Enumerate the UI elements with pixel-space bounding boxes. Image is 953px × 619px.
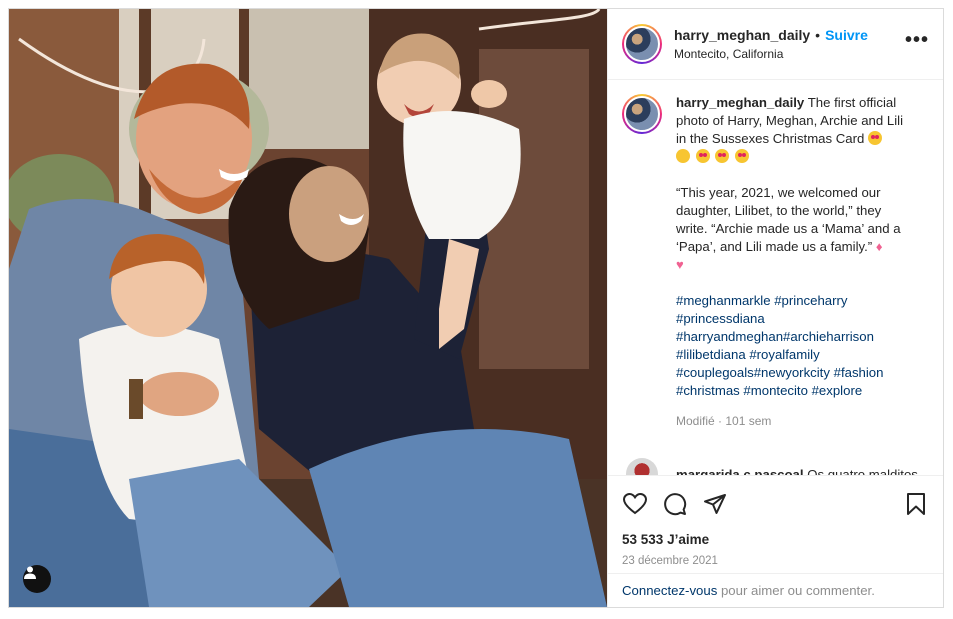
- commenter-avatar[interactable]: [626, 458, 658, 475]
- bookmark-icon[interactable]: [903, 491, 929, 517]
- sparkling-heart-emoji-icon: ♥: [676, 257, 684, 272]
- instagram-post: harry_meghan_daily • Suivre Montecito, C…: [8, 8, 944, 608]
- comment-icon[interactable]: [662, 491, 688, 517]
- login-prompt: Connectez-vous pour aimer ou commenter.: [608, 573, 943, 607]
- more-options-icon[interactable]: •••: [905, 29, 929, 52]
- laughing-emoji-icon: [676, 149, 690, 163]
- caption-quote: “This year, 2021, we welcomed our daught…: [676, 185, 901, 254]
- user-tag-icon[interactable]: [23, 565, 51, 593]
- comment-item: margarida.c.pascoal Os quatro malditos.: [622, 458, 927, 475]
- share-icon[interactable]: [702, 491, 728, 517]
- post-header: harry_meghan_daily • Suivre Montecito, C…: [608, 9, 943, 80]
- post-photo[interactable]: [9, 9, 607, 607]
- caption-meta: Modifié · 101 sem: [676, 414, 772, 428]
- heart-eyes-emoji-icon: [715, 149, 730, 163]
- separator-dot: •: [815, 27, 821, 43]
- caption-hashtags[interactable]: #meghanmarkle #princeharry #princessdian…: [676, 292, 916, 400]
- commenter-username[interactable]: margarida.c.pascoal: [676, 467, 804, 476]
- caption: harry_meghan_daily The first official ph…: [622, 94, 927, 430]
- comment-text: Os quatro malditos.: [807, 466, 922, 476]
- login-prompt-text: pour aimer ou commenter.: [717, 583, 875, 598]
- heart-eyes-emoji-icon: [695, 149, 710, 163]
- author-avatar[interactable]: [622, 24, 662, 64]
- family-photo-illustration: [9, 9, 607, 607]
- login-link[interactable]: Connectez-vous: [622, 583, 717, 598]
- comments-section[interactable]: harry_meghan_daily The first official ph…: [608, 80, 943, 475]
- caption-username[interactable]: harry_meghan_daily: [676, 95, 804, 110]
- likes-count[interactable]: 53 533 J’aime: [622, 532, 929, 547]
- cake-emoji-icon: ♦: [875, 239, 883, 254]
- caption-avatar[interactable]: [622, 94, 662, 134]
- author-username[interactable]: harry_meghan_daily: [674, 27, 810, 43]
- heart-icon[interactable]: [622, 491, 648, 517]
- post-location[interactable]: Montecito, California: [674, 47, 905, 61]
- post-date[interactable]: 23 décembre 2021: [622, 555, 929, 567]
- heart-eyes-emoji-icon: [735, 149, 750, 163]
- follow-button[interactable]: Suivre: [825, 27, 868, 43]
- post-side-panel: harry_meghan_daily • Suivre Montecito, C…: [607, 9, 943, 607]
- face-emoji-icon: [868, 131, 883, 145]
